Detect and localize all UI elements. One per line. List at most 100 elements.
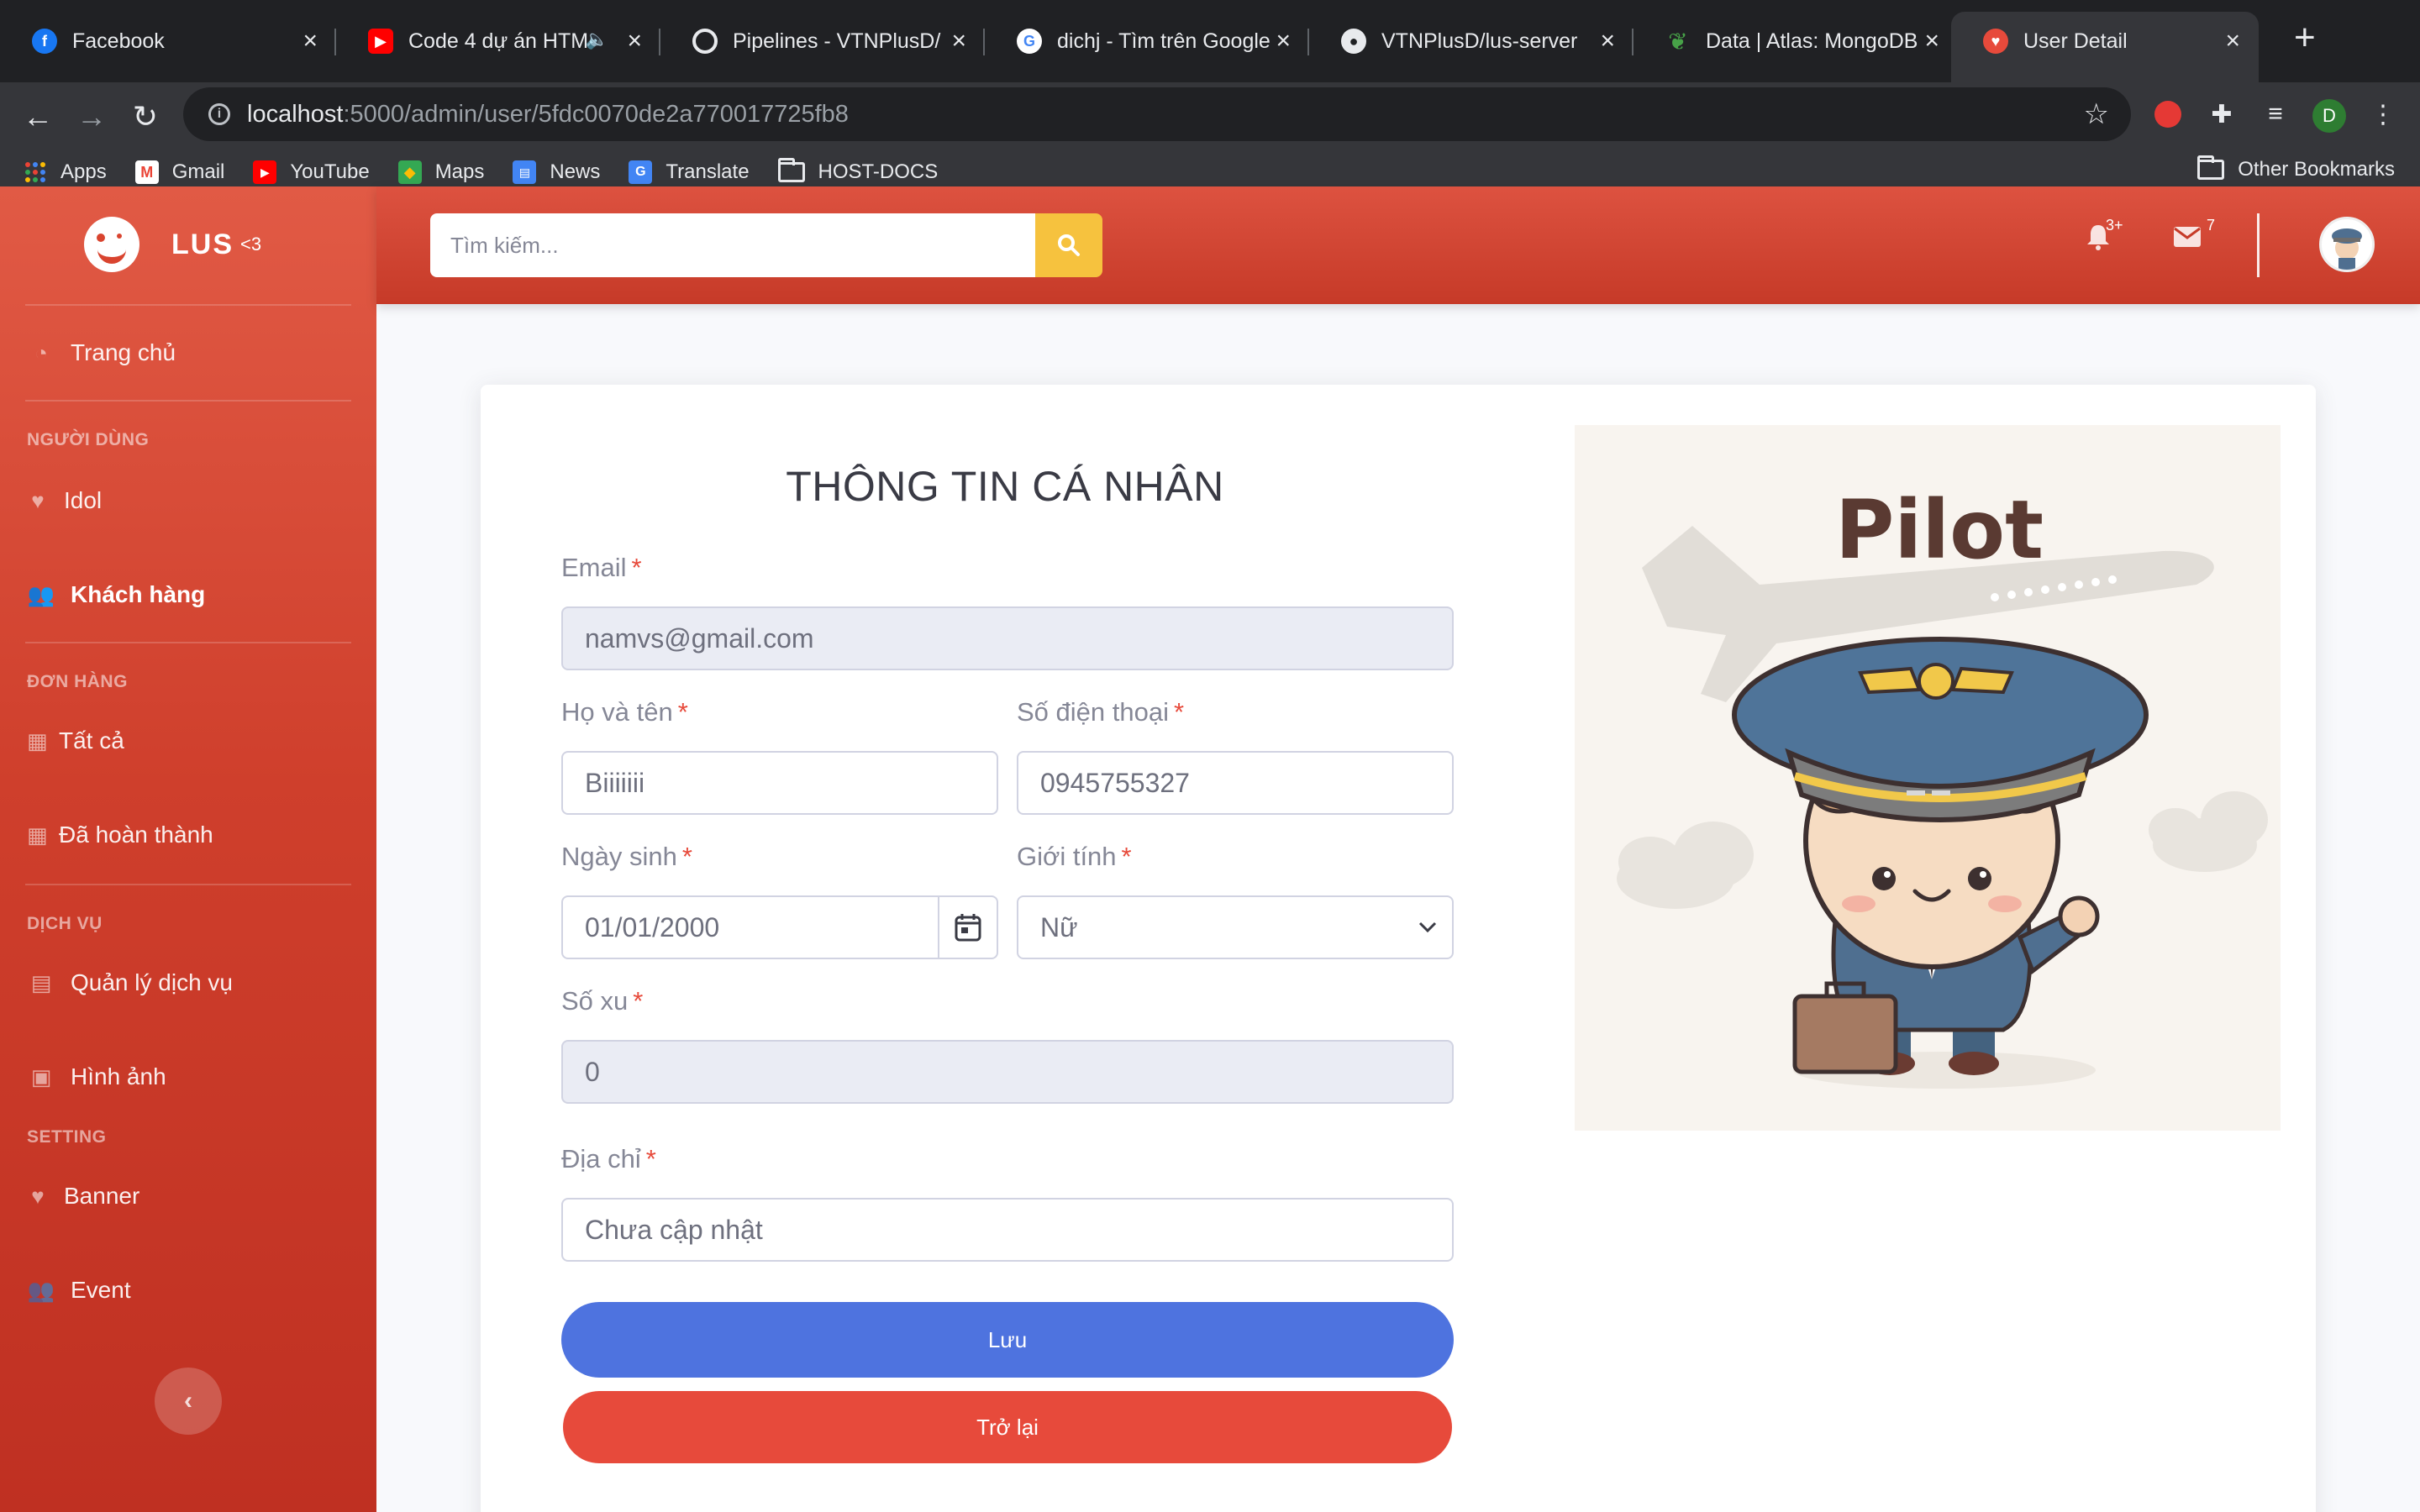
browser-tab[interactable]: G dichj - Tìm trên Google ×: [985, 12, 1309, 71]
heart-pulse-icon: ♥: [31, 1183, 45, 1209]
phone-field[interactable]: 0945755327: [1017, 751, 1454, 815]
puzzle-icon[interactable]: ✚: [2205, 97, 2238, 131]
github-icon: ●: [1341, 29, 1366, 54]
bookmark-youtube[interactable]: ▶ YouTube: [253, 160, 370, 184]
sidebar-item-label: Quản lý dịch vụ: [71, 969, 233, 995]
browser-tab[interactable]: Pipelines - VTNPlusD/ ×: [660, 12, 985, 71]
topbar-divider: [2257, 213, 2260, 277]
divider: [25, 884, 351, 885]
email-field[interactable]: namvs@gmail.com: [561, 606, 1454, 670]
facebook-icon: f: [32, 29, 57, 54]
pilot-illustration: Pilot: [1575, 425, 2281, 1131]
close-icon[interactable]: ×: [627, 27, 642, 55]
bookmark-translate[interactable]: G Translate: [629, 160, 750, 184]
speaker-icon[interactable]: 🔈: [586, 29, 608, 50]
url-host: localhost: [247, 100, 344, 128]
search-group: [430, 213, 1102, 277]
users-icon: 👥: [27, 581, 55, 607]
sidebar-item-all-orders[interactable]: ▦ Tất cả: [27, 727, 124, 754]
heart-icon: ♥: [1983, 29, 2008, 54]
tab-title: Code 4 dự án HTM: [408, 29, 589, 53]
heart-pulse-icon: ♥: [31, 487, 45, 513]
new-tab-icon[interactable]: +: [2294, 17, 2316, 59]
coins-field[interactable]: 0: [561, 1040, 1454, 1104]
sidebar-item-label: Trang chủ: [71, 339, 176, 365]
bookmark-maps[interactable]: ◆ Maps: [397, 160, 485, 184]
bookmark-gmail[interactable]: M Gmail: [134, 160, 225, 184]
profile-avatar[interactable]: D: [2312, 99, 2346, 133]
bookmark-news[interactable]: ▤ News: [513, 160, 600, 184]
browser-tab[interactable]: ▶ Code 4 dự án HTM 🔈 ×: [336, 12, 660, 71]
maps-icon: ◆: [397, 160, 422, 184]
sidebar-item-label: Khách hàng: [71, 581, 206, 607]
tab-title: Pipelines - VTNPlusD/: [733, 29, 941, 53]
brand-superscript: <3: [240, 234, 262, 255]
other-bookmarks[interactable]: Other Bookmarks: [2197, 155, 2395, 181]
sidebar-item-customers[interactable]: 👥 Khách hàng: [27, 581, 205, 608]
extension-hand-icon[interactable]: [2151, 97, 2185, 131]
user-avatar[interactable]: [2319, 217, 2375, 272]
name-field[interactable]: Biiiiiii: [561, 751, 998, 815]
back-button[interactable]: Trở lại: [563, 1391, 1452, 1463]
tab-title: User Detail: [2023, 29, 2128, 53]
search-icon: [1058, 234, 1080, 256]
date-picker-button[interactable]: [938, 897, 997, 958]
bookmark-label: Maps: [434, 160, 485, 183]
browser-tab[interactable]: f Facebook ×: [0, 12, 336, 71]
sidebar-item-services[interactable]: ▤ Quản lý dịch vụ: [27, 969, 233, 996]
search-input[interactable]: [430, 213, 1035, 277]
close-icon[interactable]: ×: [1276, 27, 1291, 55]
sidebar-item-home[interactable]: ◔ Trang chủ: [27, 339, 176, 366]
reload-icon[interactable]: ↻: [124, 99, 166, 134]
star-icon[interactable]: ☆: [2084, 97, 2109, 131]
bookmark-label: Gmail: [171, 160, 225, 183]
alerts-button[interactable]: 3+: [2086, 217, 2123, 257]
gender-select[interactable]: Nữ: [1017, 895, 1454, 959]
close-icon[interactable]: ×: [302, 27, 318, 55]
clipboard-icon: ▦: [27, 822, 48, 848]
menu-kebab-icon[interactable]: ⋮: [2366, 97, 2400, 131]
save-button[interactable]: Lưu: [561, 1302, 1454, 1378]
divider: [25, 304, 351, 306]
bookmark-label: Other Bookmarks: [2238, 158, 2395, 181]
forward-arrow-icon[interactable]: →: [71, 99, 113, 134]
close-icon[interactable]: ×: [2225, 27, 2240, 55]
media-control-icon[interactable]: ≡: [2259, 97, 2292, 131]
brand-logo[interactable]: LUS <3: [84, 217, 261, 272]
sidebar-item-idol[interactable]: ♥ Idol: [27, 487, 102, 514]
back-arrow-icon[interactable]: ←: [17, 99, 59, 134]
sidebar-item-images[interactable]: ▣ Hình ảnh: [27, 1063, 166, 1090]
messages-button[interactable]: 7: [2173, 217, 2215, 255]
dob-label: Ngày sinh *: [561, 842, 692, 871]
browser-tab-active[interactable]: ♥ User Detail ×: [1951, 12, 2259, 82]
sidebar-heading: DỊCH VỤ: [27, 914, 103, 933]
news-icon: ▤: [513, 160, 537, 184]
tab-title: Data | Atlas: MongoDB: [1706, 29, 1918, 53]
browser-tab-bar: f Facebook × ▶ Code 4 dự án HTM 🔈 × Pipe…: [0, 0, 2420, 82]
bookmark-host-docs[interactable]: HOST-DOCS: [777, 158, 938, 184]
close-icon[interactable]: ×: [1924, 27, 1939, 55]
table-icon: ▤: [30, 969, 52, 995]
sidebar-item-banner[interactable]: ♥ Banner: [27, 1183, 139, 1210]
users-icon: 👥: [27, 1277, 55, 1303]
bookmark-apps[interactable]: Apps: [24, 160, 107, 184]
sidebar-toggle-button[interactable]: ‹: [155, 1368, 222, 1435]
search-button[interactable]: [1035, 213, 1102, 277]
calendar-icon: [955, 914, 981, 942]
sidebar-item-label: Hình ảnh: [71, 1063, 166, 1089]
address-field[interactable]: Chưa cập nhật: [561, 1198, 1454, 1262]
address-label: Địa chỉ *: [561, 1144, 656, 1173]
browser-tab[interactable]: ❦ Data | Atlas: MongoDB ×: [1634, 12, 1958, 71]
close-icon[interactable]: ×: [1600, 27, 1615, 55]
brand-name: LUS: [171, 228, 234, 260]
youtube-icon: ▶: [368, 29, 393, 54]
url-path: :5000/admin/user/5fdc0070de2a770017725fb…: [343, 100, 849, 128]
sidebar-item-completed-orders[interactable]: ▦ Đã hoàn thành: [27, 822, 213, 848]
sidebar-item-event[interactable]: 👥 Event: [27, 1277, 131, 1304]
close-icon[interactable]: ×: [951, 27, 966, 55]
dob-field[interactable]: 01/01/2000: [561, 895, 998, 959]
address-bar[interactable]: i localhost:5000/admin/user/5fdc0070de2a…: [183, 87, 2131, 141]
bookmark-label: YouTube: [290, 160, 370, 183]
browser-tab[interactable]: ● VTNPlusD/lus-server ×: [1309, 12, 1634, 71]
info-icon[interactable]: i: [208, 103, 230, 125]
